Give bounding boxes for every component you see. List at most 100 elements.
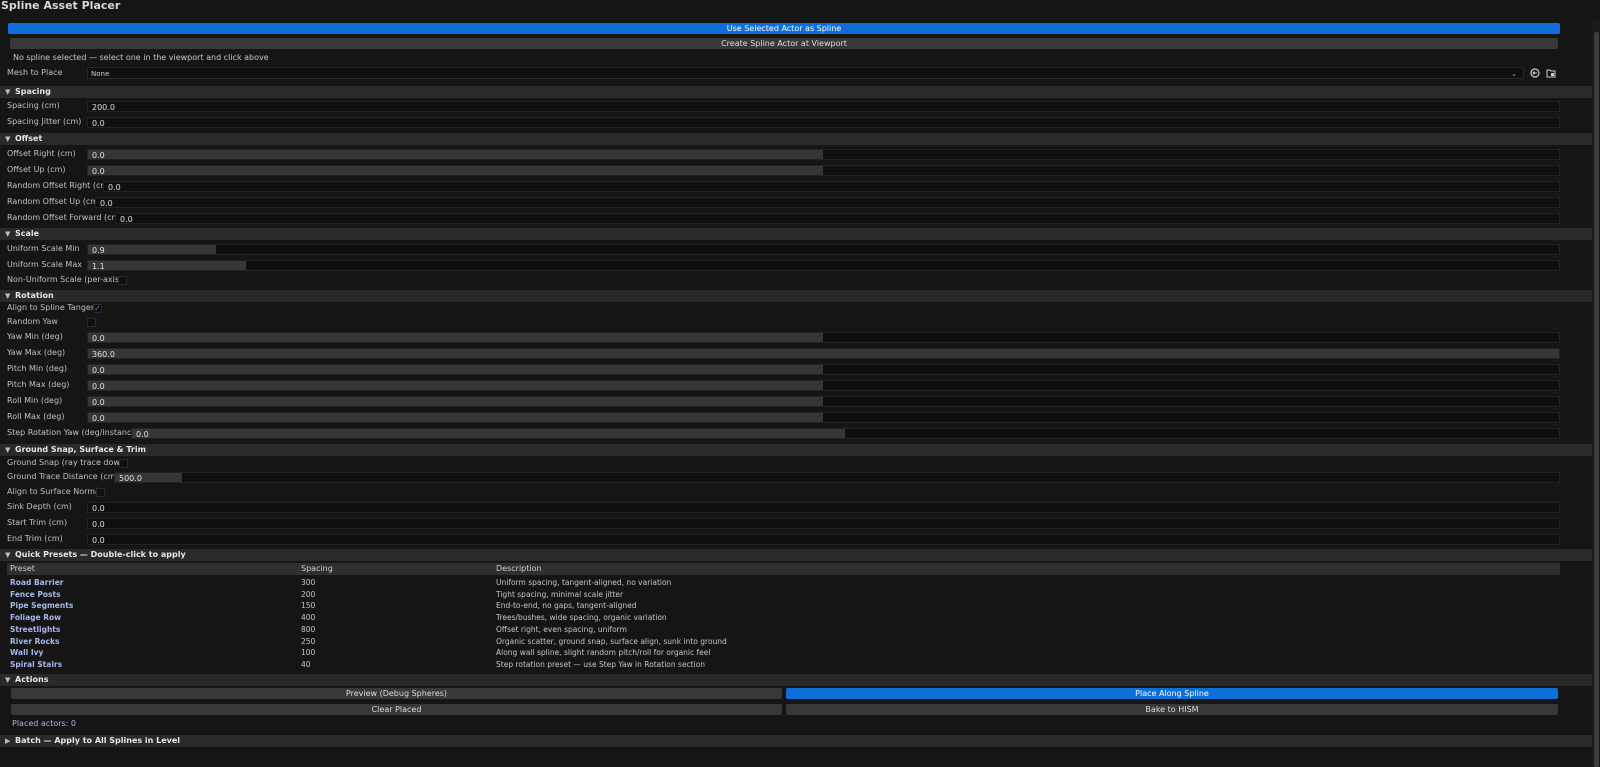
end-trim-label: End Trim (cm) — [7, 534, 63, 543]
random-offset-forward-label: Random Offset Forward (cm) — [7, 213, 123, 222]
expand-arrow-icon: ▼ — [5, 551, 11, 559]
roll-max-label: Roll Max (deg) — [7, 412, 65, 421]
start-trim-input[interactable]: 0.0 — [87, 518, 1560, 529]
table-row[interactable]: Road Barrier 300 Uniform spacing, tangent-… — [7, 577, 1560, 588]
spacing-input[interactable]: 200.0 — [87, 101, 1560, 112]
non-uniform-scale-checkbox[interactable] — [118, 276, 127, 285]
section-rotation[interactable]: ▼ Rotation — [0, 290, 1592, 302]
uniform-scale-max-label: Uniform Scale Max — [7, 260, 82, 269]
expand-arrow-icon: ▼ — [5, 446, 11, 454]
align-surface-normal-label: Align to Surface Normal — [7, 487, 103, 496]
preset-description: Uniform spacing, tangent-aligned, no var… — [496, 578, 672, 587]
random-yaw-label: Random Yaw — [7, 317, 58, 326]
mesh-label: Mesh to Place — [7, 68, 63, 77]
expand-arrow-icon: ▼ — [5, 292, 11, 300]
section-batch[interactable]: ▶ Batch — Apply to All Splines in Level — [0, 735, 1592, 747]
end-trim-input[interactable]: 0.0 — [87, 534, 1560, 545]
pitch-min-label: Pitch Min (deg) — [7, 364, 68, 373]
offset-up-slider[interactable]: 0.0 — [87, 165, 1560, 176]
scrollbar-thumb[interactable] — [1594, 32, 1599, 767]
uniform-scale-min-slider[interactable]: 0.9 — [87, 244, 1560, 255]
section-scale[interactable]: ▼ Scale — [0, 228, 1592, 240]
ground-trace-distance-label: Ground Trace Distance (cm) — [7, 472, 119, 481]
preset-description: Organic scatter, ground snap, surface al… — [496, 636, 727, 646]
mesh-dropdown[interactable]: None ⌄ — [87, 67, 1524, 79]
table-row[interactable]: Fence Posts 200 Tight spacing, minimal sca… — [7, 589, 1560, 600]
spacing-jitter-label: Spacing Jitter (cm) — [7, 117, 82, 126]
yaw-min-slider[interactable]: 0.0 — [87, 332, 1560, 343]
preset-name: Spiral Stairs — [10, 659, 63, 669]
spacing-jitter-input[interactable]: 0.0 — [87, 117, 1560, 128]
offset-right-label: Offset Right (cm) — [7, 149, 76, 158]
use-selected-actor-button[interactable]: Use Selected Actor as Spline — [8, 23, 1560, 34]
preset-name: Wall Ivy — [10, 648, 44, 658]
open-content-browser-icon[interactable] — [1546, 68, 1556, 78]
section-quick-presets[interactable]: ▼ Quick Presets — Double-click to apply — [0, 549, 1592, 561]
preset-description: Along wall spline, slight random pitch/r… — [496, 648, 711, 658]
chevron-down-icon: ⌄ — [1511, 70, 1517, 78]
random-offset-forward-input[interactable]: 0.0 — [115, 213, 1560, 224]
roll-max-slider[interactable]: 0.0 — [87, 412, 1560, 423]
expand-arrow-icon: ▼ — [5, 88, 11, 96]
table-row[interactable]: Foliage Row 400 Trees/bushes, wide spacing… — [7, 612, 1560, 623]
create-spline-actor-button[interactable]: Create Spline Actor at Viewport — [10, 38, 1558, 49]
preset-name: Road Barrier — [10, 578, 64, 587]
preview-button[interactable]: Preview (Debug Spheres) — [11, 688, 782, 699]
preset-spacing: 150 — [301, 601, 316, 611]
preset-description: Tight spacing, minimal scale jitter — [496, 589, 624, 599]
clear-placed-button[interactable]: Clear Placed — [11, 704, 782, 715]
table-row[interactable]: Streetlights 800 Offset right, even spacin… — [7, 624, 1560, 635]
bake-to-hism-button[interactable]: Bake to HISM — [786, 704, 1558, 715]
align-to-tangent-label: Align to Spline Tangent — [7, 303, 100, 312]
column-header-preset[interactable]: Preset — [10, 563, 35, 575]
section-actions[interactable]: ▼ Actions — [0, 674, 1592, 686]
random-offset-up-input[interactable]: 0.0 — [95, 197, 1560, 208]
offset-up-label: Offset Up (cm) — [7, 165, 66, 174]
table-row[interactable]: River Rocks 250 Organic scatter, ground sn… — [7, 636, 1560, 647]
preset-description: Trees/bushes, wide spacing, organic vari… — [496, 613, 667, 623]
table-row[interactable]: Spiral Stairs 40 Step rotation preset — us… — [7, 659, 1560, 670]
collapsed-arrow-icon: ▶ — [5, 737, 11, 745]
ground-snap-label: Ground Snap (ray trace down) — [7, 458, 129, 467]
section-offset[interactable]: ▼ Offset — [0, 133, 1592, 145]
offset-right-slider[interactable]: 0.0 — [87, 149, 1560, 160]
preset-name: Pipe Segments — [10, 601, 74, 611]
uniform-scale-max-slider[interactable]: 1.1 — [87, 260, 1560, 271]
preset-spacing: 800 — [301, 624, 316, 634]
start-trim-label: Start Trim (cm) — [7, 518, 68, 527]
random-offset-right-label: Random Offset Right (cm) — [7, 181, 112, 190]
random-offset-right-input[interactable]: 0.0 — [103, 181, 1560, 192]
preset-name: Foliage Row — [10, 613, 62, 623]
browse-to-asset-icon[interactable] — [1530, 68, 1540, 78]
sink-depth-input[interactable]: 0.0 — [87, 502, 1560, 513]
table-row[interactable]: Pipe Segments 150 End-to-end, no gaps, tan… — [7, 600, 1560, 611]
table-row[interactable]: Wall Ivy 100 Along wall spline, slight ran… — [7, 647, 1560, 658]
yaw-max-slider[interactable]: 360.0 — [87, 348, 1560, 359]
place-along-spline-button[interactable]: Place Along Spline — [786, 688, 1558, 699]
column-header-description[interactable]: Description — [496, 563, 542, 575]
spacing-label: Spacing (cm) — [7, 101, 60, 110]
step-rotation-yaw-slider[interactable]: 0.0 — [131, 428, 1560, 439]
preset-spacing: 300 — [301, 578, 316, 587]
section-ground-snap[interactable]: ▼ Ground Snap, Surface & Trim — [0, 444, 1592, 456]
pitch-max-slider[interactable]: 0.0 — [87, 380, 1560, 391]
preset-spacing: 100 — [301, 648, 316, 658]
expand-arrow-icon: ▼ — [5, 676, 11, 684]
align-to-tangent-checkbox[interactable]: ✓ — [93, 304, 102, 313]
preset-name: Fence Posts — [10, 589, 61, 599]
ground-trace-distance-slider[interactable]: 500.0 — [114, 472, 1560, 483]
uniform-scale-min-label: Uniform Scale Min — [7, 244, 80, 253]
section-spacing[interactable]: ▼ Spacing — [0, 86, 1592, 98]
align-surface-normal-checkbox[interactable] — [96, 488, 105, 497]
window-title: Spline Asset Placer — [1, 0, 121, 12]
column-header-spacing[interactable]: Spacing — [301, 563, 333, 575]
roll-min-slider[interactable]: 0.0 — [87, 396, 1560, 407]
yaw-min-label: Yaw Min (deg) — [7, 332, 63, 341]
preset-spacing: 40 — [301, 659, 311, 669]
pitch-min-slider[interactable]: 0.0 — [87, 364, 1560, 375]
preset-spacing: 400 — [301, 613, 316, 623]
random-yaw-checkbox[interactable] — [87, 318, 96, 327]
yaw-max-label: Yaw Max (deg) — [7, 348, 66, 357]
preset-spacing: 200 — [301, 589, 316, 599]
ground-snap-checkbox[interactable] — [119, 459, 128, 468]
